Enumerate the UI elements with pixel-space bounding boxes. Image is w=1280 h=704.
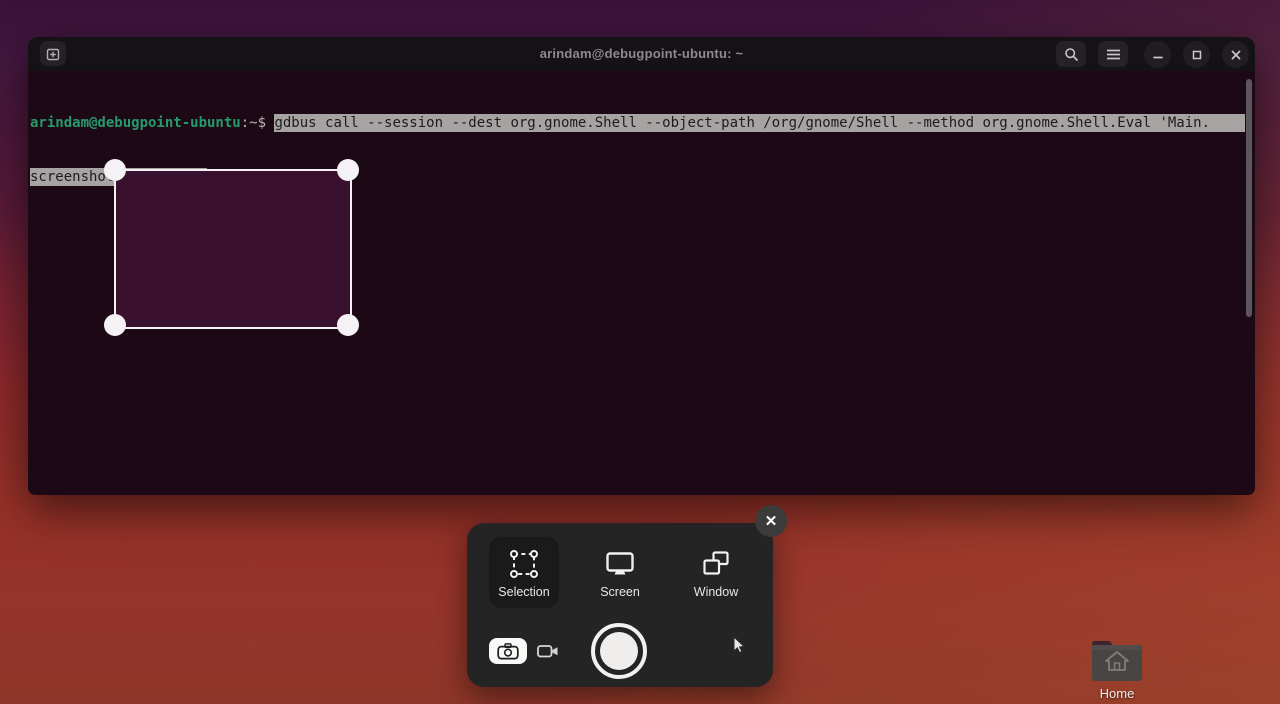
- desktop: arindam@debugpoint-ubuntu: ~: [0, 0, 1280, 704]
- home-folder-icon: [1088, 636, 1146, 684]
- close-icon: [1230, 49, 1242, 61]
- home-folder-shortcut[interactable]: Home: [1088, 636, 1146, 701]
- mouse-pointer-icon: [729, 635, 747, 655]
- dialog-close-icon: ✕: [765, 512, 778, 530]
- terminal-prompt-line: arindam@debugpoint-ubuntu:~$ gdbus call …: [30, 114, 1245, 132]
- terminal-scrollbar[interactable]: [1246, 79, 1252, 317]
- selection-handle-bottom-left[interactable]: [104, 314, 126, 336]
- screenshot-dialog: Selection Screen Windo: [467, 523, 773, 687]
- selection-handle-top-right[interactable]: [337, 159, 359, 181]
- capture-button[interactable]: [591, 623, 647, 679]
- selection-handle-top-left[interactable]: [104, 159, 126, 181]
- search-button[interactable]: [1056, 41, 1086, 67]
- maximize-button[interactable]: [1183, 41, 1210, 68]
- selected-command-text-line1: gdbus call --session --dest org.gnome.Sh…: [274, 114, 1245, 132]
- maximize-icon: [1191, 49, 1203, 61]
- video-mode-toggle-button[interactable]: [535, 640, 561, 662]
- terminal-titlebar[interactable]: arindam@debugpoint-ubuntu: ~: [28, 37, 1255, 71]
- minimize-button[interactable]: [1144, 41, 1171, 68]
- prompt-user-host: arindam@debugpoint-ubuntu: [30, 114, 241, 132]
- window-close-button[interactable]: [1222, 41, 1249, 68]
- photo-mode-toggle-button[interactable]: [489, 638, 527, 664]
- still-camera-icon: [497, 643, 519, 660]
- selection-handle-bottom-right[interactable]: [337, 314, 359, 336]
- video-camera-icon: [536, 642, 560, 660]
- minimize-icon: [1152, 49, 1164, 61]
- capture-button-inner-circle: [600, 632, 638, 670]
- capture-controls-row: [467, 523, 773, 687]
- hamburger-menu-icon: [1106, 48, 1121, 61]
- screenshot-dialog-close-button[interactable]: ✕: [755, 505, 787, 537]
- home-folder-label: Home: [1088, 686, 1146, 701]
- menu-button[interactable]: [1098, 41, 1128, 67]
- search-icon: [1064, 47, 1079, 62]
- screenshot-selection-area[interactable]: [114, 169, 352, 329]
- prompt-symbol: :~$: [241, 114, 275, 132]
